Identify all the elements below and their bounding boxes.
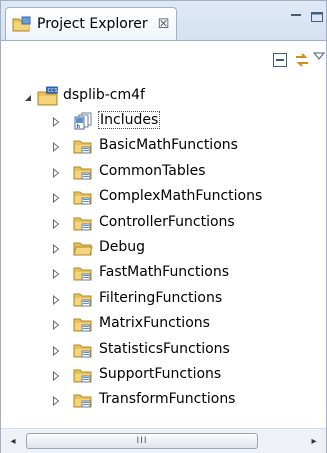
view-menu-icon[interactable] <box>312 50 326 60</box>
tree-item-label: TransformFunctions <box>99 391 236 408</box>
tree-item-row[interactable]: FilteringFunctions <box>1 286 326 312</box>
ccs-project-icon: CCS <box>37 86 58 106</box>
tree-item-row[interactable]: ComplexMathFunctions <box>1 184 326 210</box>
tree-item-row[interactable]: FastMathFunctions <box>1 260 326 286</box>
grip-icon: III <box>136 436 148 446</box>
tree-item-row[interactable]: SupportFunctions <box>1 362 326 388</box>
close-icon[interactable]: ☒ <box>158 18 170 31</box>
maximize-icon[interactable] <box>310 11 324 23</box>
collapsed-arrow-icon[interactable] <box>51 243 61 255</box>
collapse-all-icon[interactable] <box>271 51 289 69</box>
project-explorer-icon <box>12 16 31 32</box>
collapsed-arrow-icon[interactable] <box>51 167 61 178</box>
tree-item-label: MatrixFunctions <box>99 315 210 332</box>
source-folder-icon <box>73 188 93 206</box>
scroll-right-icon[interactable]: ▸ <box>306 434 322 448</box>
source-folder-icon <box>73 391 93 409</box>
view-toolbar <box>1 40 326 80</box>
collapsed-arrow-icon[interactable] <box>51 141 61 153</box>
collapsed-arrow-icon[interactable] <box>51 268 61 280</box>
tree-item-label: BasicMathFunctions <box>99 137 238 154</box>
collapsed-arrow-icon[interactable] <box>51 192 61 204</box>
tab-project-explorer[interactable]: Project Explorer ☒ <box>5 7 177 40</box>
includes-icon: h <box>73 112 93 130</box>
tree-item-label: SupportFunctions <box>99 366 222 382</box>
tree-root-row[interactable]: CCS dsplib-cm4f <box>1 83 326 109</box>
source-folder-icon <box>73 315 93 333</box>
tree-item-label: StatisticsFunctions <box>99 340 230 357</box>
tree-item-row[interactable]: TransformFunctions <box>1 387 326 413</box>
source-folder-icon <box>73 163 93 181</box>
collapsed-arrow-icon[interactable] <box>51 218 61 229</box>
tree-item-row[interactable]: ControllerFunctions <box>1 210 326 236</box>
tree-item-label: Debug <box>99 239 146 255</box>
scroll-left-icon[interactable]: ◂ <box>5 434 21 448</box>
svg-text:h: h <box>77 124 81 130</box>
source-folder-icon <box>73 214 93 232</box>
scrollbar-thumb[interactable]: III <box>26 433 258 449</box>
tree-item-label: Includes <box>97 111 161 129</box>
folder-icon <box>73 239 93 257</box>
collapsed-arrow-icon[interactable] <box>51 395 61 407</box>
collapsed-arrow-icon[interactable] <box>51 294 61 305</box>
view-title: Project Explorer <box>37 16 148 32</box>
tree-item-row[interactable]: h Includes <box>1 108 326 134</box>
tree-item-label: FilteringFunctions <box>99 289 223 306</box>
tree-item-label: CommonTables <box>99 162 206 179</box>
tree-item-row[interactable]: Debug <box>1 235 326 261</box>
tree-item-label: FastMathFunctions <box>99 264 229 281</box>
source-folder-icon <box>73 290 93 308</box>
minimize-icon[interactable] <box>289 11 303 23</box>
project-name: dsplib-cm4f <box>63 87 145 103</box>
source-folder-icon <box>73 137 93 155</box>
svg-text:CCS: CCS <box>48 88 58 94</box>
collapsed-arrow-icon[interactable] <box>51 345 61 356</box>
collapsed-arrow-icon[interactable] <box>51 116 61 128</box>
source-folder-icon <box>73 264 93 282</box>
source-folder-icon <box>73 366 93 384</box>
tree-item-row[interactable]: CommonTables <box>1 159 326 185</box>
tree-item-label: ControllerFunctions <box>99 213 235 230</box>
tree-item-row[interactable]: StatisticsFunctions <box>1 337 326 363</box>
collapsed-arrow-icon[interactable] <box>51 370 61 382</box>
tree-item-row[interactable]: BasicMathFunctions <box>1 133 326 159</box>
source-folder-icon <box>73 341 93 359</box>
project-explorer-view: Project Explorer ☒ CCS dsplib-cm4f h Inc… <box>0 0 327 453</box>
tree-item-row[interactable]: MatrixFunctions <box>1 311 326 337</box>
horizontal-scrollbar[interactable]: ◂ III ▸ <box>1 428 326 453</box>
tree-item-label: ComplexMathFunctions <box>99 188 263 205</box>
link-with-editor-icon[interactable] <box>293 51 311 69</box>
expanded-arrow-icon[interactable] <box>23 92 33 102</box>
collapsed-arrow-icon[interactable] <box>51 319 61 331</box>
